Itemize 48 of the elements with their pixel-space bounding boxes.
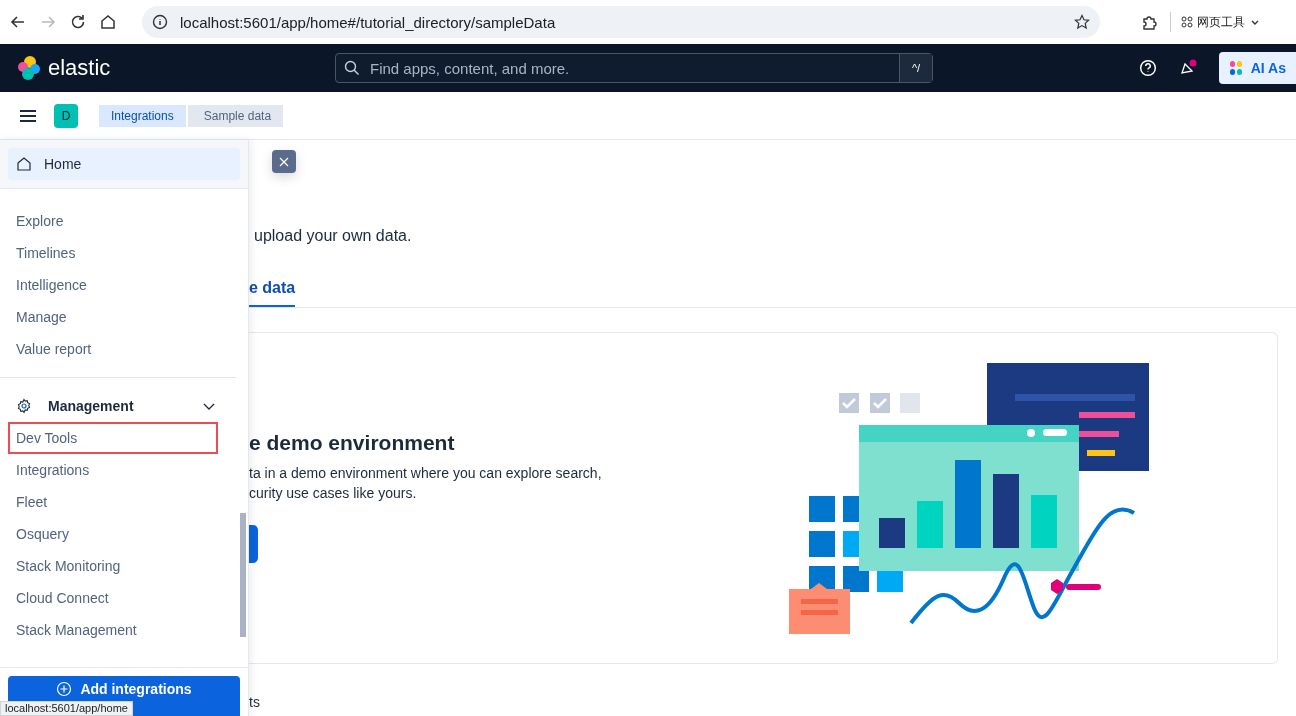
info-icon[interactable] bbox=[152, 14, 168, 30]
nav-item[interactable]: Value report bbox=[0, 333, 232, 365]
url-tooltip: localhost:5601/app/home bbox=[0, 701, 133, 716]
brand-name: elastic bbox=[48, 55, 111, 81]
nav-item[interactable]: Stack Management bbox=[0, 614, 232, 646]
nav-item[interactable]: Stack Monitoring bbox=[0, 550, 232, 582]
card-description: ta in a demo environment where you can explore search, bbox=[249, 464, 603, 483]
scrollbar-thumb[interactable] bbox=[240, 513, 246, 637]
logo-icon[interactable] bbox=[16, 55, 42, 81]
breadcrumb[interactable]: Integrations bbox=[99, 104, 186, 127]
nav-item[interactable]: Fleet bbox=[0, 486, 232, 518]
grid-icon bbox=[1181, 16, 1193, 28]
card-description: curity use cases like yours. bbox=[249, 484, 418, 503]
address-bar[interactable]: localhost:5601/app/home#/tutorial_directory/sampleData bbox=[142, 6, 1100, 38]
nav-item[interactable]: Dev Tools bbox=[8, 422, 218, 454]
search-input[interactable]: Find apps, content, and more. bbox=[368, 58, 891, 78]
primary-button[interactable] bbox=[249, 525, 258, 563]
megaphone-icon[interactable] bbox=[1178, 59, 1197, 77]
nav-item[interactable]: Osquery bbox=[0, 518, 232, 550]
breadcrumb[interactable]: Sample data bbox=[187, 104, 284, 127]
gear-icon bbox=[16, 398, 32, 414]
help-icon[interactable] bbox=[1138, 59, 1157, 77]
intro-text: upload your own data. bbox=[254, 227, 413, 245]
star-icon[interactable] bbox=[1074, 14, 1090, 30]
space-avatar[interactable]: D bbox=[54, 103, 78, 128]
plus-circle-icon bbox=[56, 681, 73, 697]
search-icon bbox=[344, 60, 360, 76]
home-icon bbox=[16, 156, 32, 172]
home-icon[interactable] bbox=[98, 12, 118, 32]
shortcut-key: ^/ bbox=[899, 54, 932, 82]
menu-icon[interactable] bbox=[19, 108, 37, 123]
tab[interactable]: e data bbox=[249, 279, 296, 307]
close-button[interactable] bbox=[272, 150, 296, 173]
nav-item[interactable]: Integrations bbox=[0, 454, 232, 486]
ai-assistant-button[interactable]: AI As bbox=[1218, 52, 1296, 84]
nav-item[interactable]: Timelines bbox=[0, 237, 232, 269]
section-text: ts bbox=[249, 694, 261, 710]
nav-group-header[interactable]: Management bbox=[0, 390, 240, 422]
nav-item[interactable]: Explore bbox=[0, 205, 232, 237]
nav-item[interactable]: Cloud Connect bbox=[0, 582, 232, 614]
card-title: e demo environment bbox=[249, 431, 456, 455]
sparkle-icon bbox=[1228, 60, 1243, 76]
nav-item[interactable]: Home bbox=[8, 148, 240, 180]
nav-item[interactable]: Intelligence bbox=[0, 269, 232, 301]
nav-item[interactable]: Manage bbox=[0, 301, 232, 333]
search-field[interactable]: Find apps, content, and more. ^/ bbox=[335, 53, 933, 83]
close-icon bbox=[278, 155, 290, 168]
extension-button[interactable]: 网页工具 bbox=[1181, 13, 1261, 31]
